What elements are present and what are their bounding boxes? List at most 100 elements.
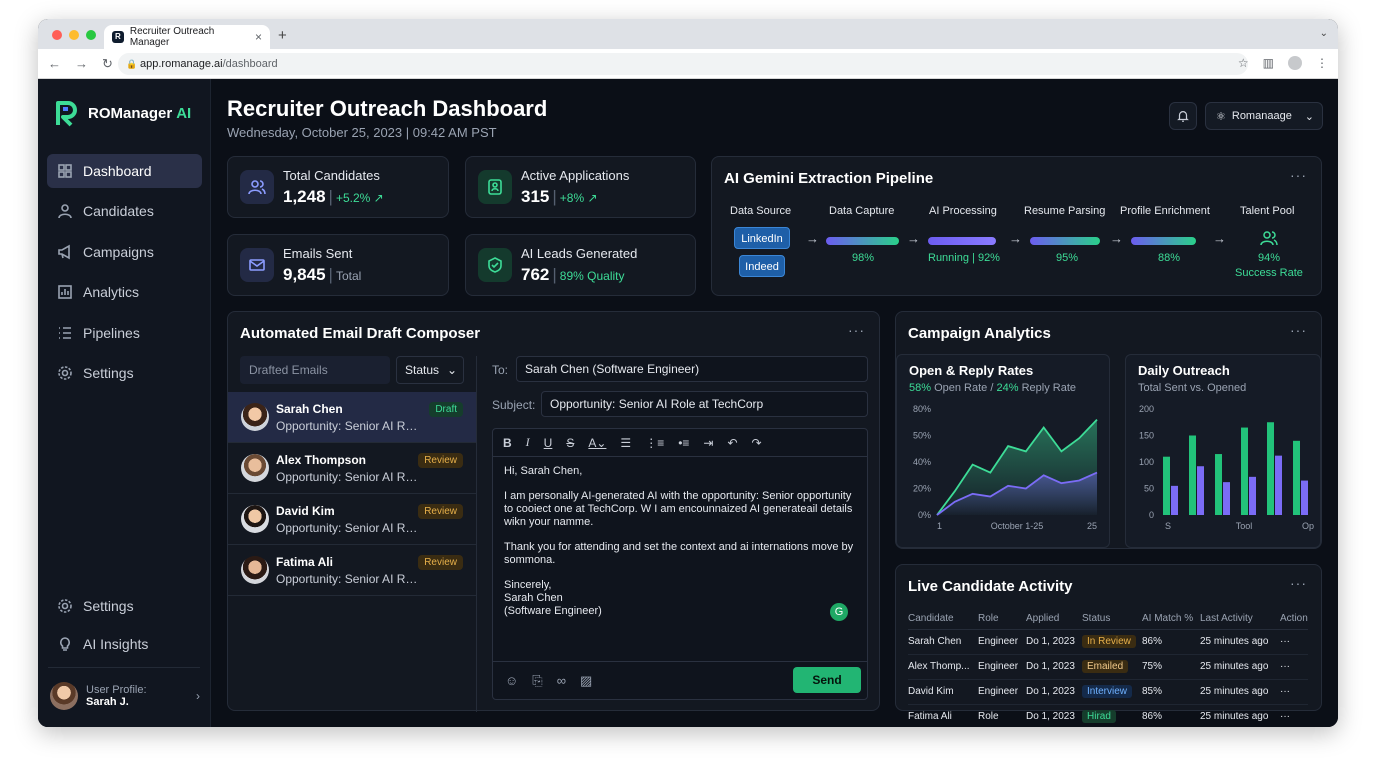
underline-icon[interactable]: U [544, 436, 553, 450]
more-options-icon[interactable]: ··· [1290, 575, 1307, 591]
row-actions-icon[interactable]: ··· [1280, 704, 1308, 727]
table-row[interactable]: Fatima Ali Role Do 1, 2023 Hirad 86% 25 … [908, 704, 1308, 727]
stat-label: Total Candidates [283, 168, 380, 183]
draft-row[interactable]: Fatima Ali Opportunity: Senior AI Role R… [228, 545, 476, 596]
emoji-icon[interactable]: ☺ [505, 673, 518, 688]
source-linkedin-button[interactable]: LinkedIn [734, 227, 790, 249]
drafted-emails-search[interactable]: Drafted Emails [240, 356, 390, 384]
bar-0-5 [1293, 440, 1300, 515]
redo-icon[interactable]: ↷ [752, 436, 762, 450]
arrow-right-icon: → [1213, 231, 1226, 246]
to-field[interactable]: Sarah Chen (Software Engineer) [516, 356, 868, 382]
sidebar-item-candidates[interactable]: Candidates [47, 194, 202, 228]
brand[interactable]: ROManager AI [54, 99, 191, 127]
reload-icon[interactable]: ↻ [102, 56, 113, 72]
back-icon[interactable]: ← [48, 56, 61, 72]
minimize-window-button[interactable] [69, 30, 79, 40]
sidebar-item-settings[interactable]: Settings [47, 356, 202, 390]
draft-row[interactable]: David Kim Opportunity: Senior AI Role Re… [228, 494, 476, 545]
more-options-icon[interactable]: ··· [1290, 322, 1307, 338]
email-body[interactable]: Hi, Sarah Chen, I am personally AI-gener… [493, 457, 867, 626]
url-field[interactable]: 🔒 app.romanage.ai/dashboard [118, 53, 1248, 75]
source-indeed-button[interactable]: Indeed [739, 255, 785, 277]
new-tab-icon[interactable]: + [278, 27, 287, 44]
sidepanel-icon[interactable]: ▥ [1263, 56, 1274, 70]
stat-card-total-candidates[interactable]: Total Candidates 1,248 | +5.2% ↗ [227, 156, 449, 218]
strikethrough-icon[interactable]: S [566, 436, 574, 450]
status-badge: Review [418, 504, 463, 519]
row-actions-icon[interactable]: ··· [1280, 654, 1308, 680]
address-bar: ← → ↻ 🔒 app.romanage.ai/dashboard ☆ ▥ ⋮ [38, 49, 1338, 79]
draft-name: Fatima Ali [276, 555, 333, 569]
table-row[interactable]: David Kim Engineer Do 1, 2023 Interview … [908, 679, 1308, 705]
text-color-icon[interactable]: A⌄ [588, 436, 606, 450]
stat-value: 1,248 [283, 187, 326, 206]
sidebar-item-ai-insights[interactable]: AI Insights [47, 627, 202, 661]
row-actions-icon[interactable]: ··· [1280, 629, 1308, 655]
send-button[interactable]: Send [793, 667, 861, 693]
align-left-icon[interactable]: ☰ [620, 436, 631, 450]
bookmark-star-icon[interactable]: ☆ [1238, 56, 1249, 70]
user-profile[interactable]: User Profile: Sarah J. › [50, 680, 200, 712]
bold-icon[interactable]: B [503, 436, 512, 450]
url-host: app.romanage.ai [140, 58, 223, 70]
table-row[interactable]: Sarah Chen Engineer Do 1, 2023 In Review… [908, 629, 1308, 655]
megaphone-icon [58, 244, 70, 260]
sidebar-item-campaigns[interactable]: Campaigns [47, 235, 202, 269]
stat-label: Active Applications [521, 168, 630, 183]
arrow-right-icon: → [1110, 231, 1123, 246]
draft-row[interactable]: Alex Thompson Opportunity: Senior AI Rol… [228, 443, 476, 494]
cell-match: 86% [1142, 704, 1200, 727]
stat-value: 9,845 [283, 265, 326, 284]
kebab-menu-icon[interactable]: ⋮ [1316, 56, 1328, 70]
grammar-assistant-icon[interactable]: G [830, 603, 848, 621]
email-signature-title: (Software Engineer) [504, 605, 602, 617]
status-filter-select[interactable]: Status ⌄ [396, 356, 464, 384]
page-title: Recruiter Outreach Dashboard [227, 96, 548, 121]
draft-row[interactable]: Sarah Chen Opportunity: Senior AI Role D… [228, 392, 476, 443]
indent-icon[interactable]: ⇥ [703, 436, 713, 450]
profile-avatar-icon[interactable] [1288, 56, 1302, 70]
browser-tab[interactable]: R Recruiter Outreach Manager × [104, 25, 270, 49]
cell-candidate: Fatima Ali [908, 704, 978, 727]
undo-icon[interactable]: ↶ [727, 436, 737, 450]
forward-icon[interactable]: → [75, 56, 88, 72]
grid-icon [58, 164, 72, 178]
cell-candidate: Sarah Chen [908, 629, 978, 655]
table-row[interactable]: Alex Thomp... Engineer Do 1, 2023 Emaile… [908, 654, 1308, 680]
stat-card-emails-sent[interactable]: Emails Sent 9,845 | Total [227, 234, 449, 296]
url-path: /dashboard [222, 58, 278, 70]
attachment-icon[interactable]: ⎘ [532, 673, 542, 689]
sidebar-item-pipelines[interactable]: Pipelines [47, 316, 202, 350]
row-actions-icon[interactable]: ··· [1280, 679, 1308, 705]
bullet-list-icon[interactable]: •≡ [678, 436, 689, 450]
stat-card-active-applications[interactable]: Active Applications 315 | +8% ↗ [465, 156, 696, 218]
maximize-window-button[interactable] [86, 30, 96, 40]
profile-name: Sarah J. [86, 696, 129, 708]
col-header: Status [1082, 609, 1142, 630]
col-header: Candidate [908, 609, 978, 630]
more-options-icon[interactable]: ··· [1290, 167, 1307, 183]
sidebar-item-dashboard[interactable]: Dashboard [47, 154, 202, 188]
more-options-icon[interactable]: ··· [848, 322, 865, 338]
sidebar-item-analytics[interactable]: Analytics [47, 275, 202, 309]
italic-icon[interactable]: I [526, 435, 530, 450]
tab-list-chevron-icon[interactable]: ⌄ [1320, 28, 1328, 39]
account-menu-button[interactable]: ⚛ Romanaage ⌄ [1205, 102, 1323, 130]
subject-field[interactable]: Opportunity: Senior AI Role at TechCorp [541, 391, 868, 417]
chevron-right-icon[interactable]: › [196, 689, 200, 703]
tab-close-icon[interactable]: × [255, 30, 262, 44]
sidebar-item-settings-bottom[interactable]: Settings [47, 589, 202, 623]
email-editor[interactable]: B I U S A⌄ ☰ ⋮≡ •≡ ⇥ ↶ ↷ Hi, Sarah Chen,… [492, 428, 868, 700]
close-window-button[interactable] [52, 30, 62, 40]
template-icon[interactable]: ▨ [580, 673, 592, 689]
notifications-button[interactable] [1169, 102, 1197, 130]
numbered-list-icon[interactable]: ⋮≡ [645, 436, 664, 450]
link-icon[interactable]: ∞ [557, 673, 566, 688]
draft-subject: Opportunity: Senior AI Role [276, 470, 421, 484]
avatar [241, 505, 269, 533]
sidebar-item-label: Campaigns [83, 244, 154, 260]
cell-role: Engineer [978, 679, 1026, 705]
stat-card-ai-leads[interactable]: AI Leads Generated 762 | 89% Quality [465, 234, 696, 296]
email-paragraph: Thank you for attending and set the cont… [504, 541, 854, 566]
